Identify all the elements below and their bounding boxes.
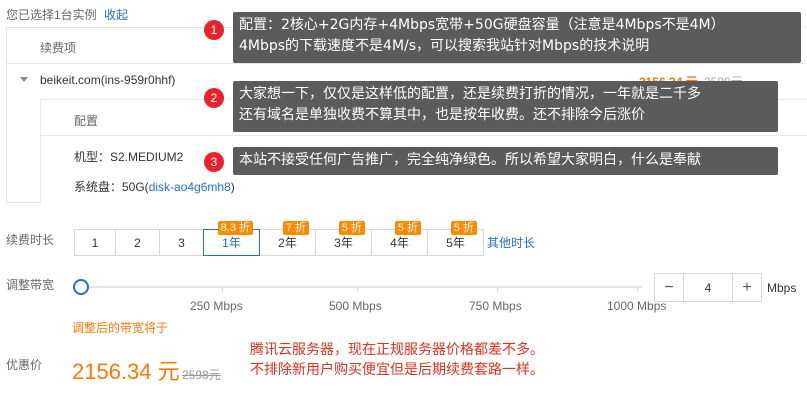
duration-option-5-year[interactable]: 5年 5 折: [427, 221, 484, 256]
duration-label: 续费时长: [6, 233, 55, 247]
tick-mark: [497, 287, 498, 292]
tick-label-250: 250 Mbps: [190, 299, 243, 313]
callout-box-3: 本站不接受任何广告推广，完全纯净绿色。所以希望大家明白，什么是奉献: [233, 147, 778, 175]
duration-options: 1 2 3 1年 8.3 折 2年 7 折 3年 5 折 4年 5 折 5年 5 折: [74, 221, 484, 256]
selected-count-text: 您已选择1台实例: [6, 8, 97, 22]
tick-mark: [357, 287, 358, 292]
chevron-down-icon[interactable]: [20, 77, 28, 82]
duration-option-label: 2年: [278, 236, 297, 250]
disk-id-link[interactable]: disk-ao4g6mh8: [149, 180, 231, 194]
collapse-link[interactable]: 收起: [104, 8, 128, 22]
duration-option-label: 1年: [222, 236, 241, 250]
instance-name: beikeit.com(ins-959r0hhf): [40, 73, 176, 87]
tick-mark: [222, 287, 223, 292]
discount-badge: 7 折: [282, 221, 309, 235]
callout-3-line-1: 本站不接受任何广告推广，完全纯净绿色。所以希望大家明白，什么是奉献: [239, 152, 701, 168]
discount-badge: 5 折: [394, 221, 421, 235]
duration-option-4-year[interactable]: 4年 5 折: [371, 221, 428, 256]
duration-option-label: 3年: [334, 236, 353, 250]
duration-option-2-year[interactable]: 2年 7 折: [259, 221, 316, 256]
bandwidth-label: 调整带宽: [6, 278, 55, 292]
duration-option-label: 4年: [390, 236, 409, 250]
note-line-2: 不排除新用户购买便宜但是后期续费套路一样。: [250, 362, 544, 378]
callout-box-2: 大家想一下，仅仅是这样低的配置，还是续费打折的情况，一年就是二千多 还有域名是单…: [233, 81, 778, 132]
offer-price-label: 优惠价: [6, 358, 43, 372]
column-header-renewal-item: 续费项: [40, 41, 77, 55]
duration-option-label: 1: [91, 235, 99, 250]
duration-option-1-year[interactable]: 1年 8.3 折: [203, 221, 260, 256]
other-duration-link[interactable]: 其他时长: [487, 234, 535, 251]
bandwidth-hint: 调整后的带宽将于: [72, 321, 169, 335]
duration-option-1[interactable]: 1: [74, 229, 116, 256]
system-disk-line: 系统盘：50G(disk-ao4g6mh8): [74, 178, 235, 195]
duration-option-3[interactable]: 3: [159, 229, 204, 256]
tick-label-500: 500 Mbps: [329, 299, 382, 313]
callout-marker-3: 3: [204, 152, 224, 172]
bandwidth-unit: Mbps: [767, 281, 797, 295]
discount-badge: 5 折: [450, 221, 477, 235]
duration-option-3-year[interactable]: 3年 5 折: [315, 221, 372, 256]
bandwidth-stepper: − 4 +: [654, 273, 762, 302]
callout-marker-1: 1: [204, 20, 224, 40]
discount-badge: 5 折: [338, 221, 365, 235]
callout-marker-2: 2: [204, 88, 224, 108]
model-line: 机型：S2.MEDIUM2: [74, 150, 184, 164]
system-disk-prefix: 系统盘：50G(: [74, 180, 149, 194]
note-line-1: 腾讯云服务器，现在正规服务器价格都差不多。: [250, 342, 544, 358]
increment-button[interactable]: +: [732, 274, 761, 301]
system-disk-suffix: ): [230, 180, 235, 194]
bandwidth-slider-track[interactable]: [82, 286, 642, 288]
callout-2-line-2: 还有域名是单独收费不算其中，也是按年收费。还不排除今后涨价: [239, 107, 645, 123]
offer-price: 2156.34 元: [72, 359, 180, 384]
duration-option-label: 5年: [446, 236, 465, 250]
discount-badge: 8.3 折: [217, 221, 253, 235]
bandwidth-value-input[interactable]: 4: [684, 274, 732, 301]
tick-label-750: 750 Mbps: [469, 299, 522, 313]
tick-mark: [637, 287, 638, 292]
callout-1-line-1: 配置：2核心+2G内存+4Mbps宽带+50G硬盘容量（注意是4Mbps不是4M…: [239, 17, 725, 33]
callout-box-1: 配置：2核心+2G内存+4Mbps宽带+50G硬盘容量（注意是4Mbps不是4M…: [233, 12, 801, 63]
duration-option-2[interactable]: 2: [115, 229, 160, 256]
selection-summary: 您已选择1台实例 收起: [6, 6, 128, 23]
red-annotation-note: 腾讯云服务器，现在正规服务器价格都差不多。 不排除新用户购买便宜但是后期续费套路…: [250, 340, 544, 380]
duration-option-label: 3: [178, 235, 185, 250]
callout-1-line-2: 4Mbps的下载速度不是4M/s，可以搜索我站针对Mbps的技术说明: [239, 38, 650, 54]
duration-option-label: 2: [134, 235, 141, 250]
bandwidth-slider-handle[interactable]: [73, 279, 89, 295]
config-header-label: 配置: [74, 114, 99, 128]
callout-2-line-1: 大家想一下，仅仅是这样低的配置，还是续费打折的情况，一年就是二千多: [239, 86, 701, 102]
decrement-button[interactable]: −: [655, 274, 684, 301]
offer-old-price: 2598元: [182, 368, 221, 382]
